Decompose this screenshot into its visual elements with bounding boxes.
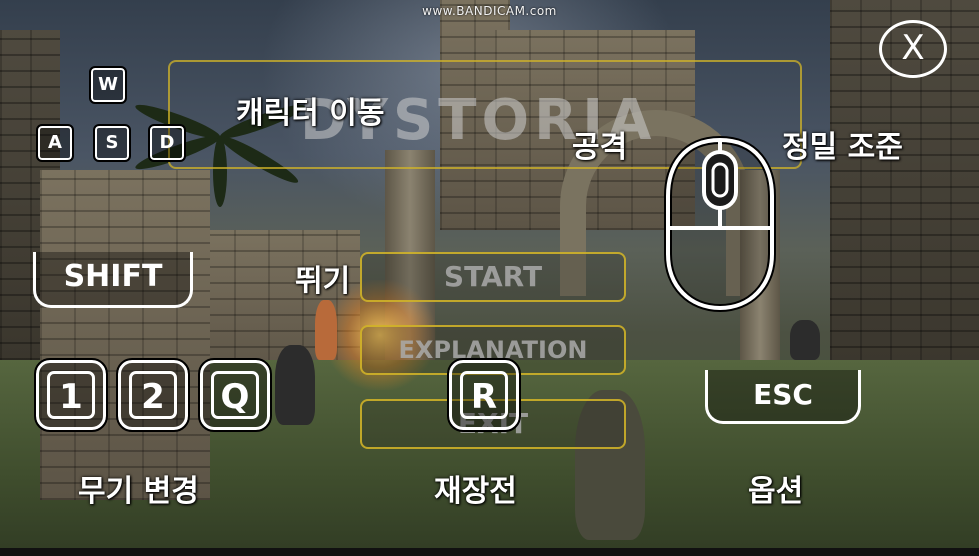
key-r-label: R — [460, 371, 508, 419]
key-1: 1 — [34, 358, 108, 432]
jump-label: 뛰기 — [295, 264, 351, 299]
key-shift: SHIFT — [33, 252, 193, 308]
close-button[interactable]: X — [879, 20, 947, 78]
key-r: R — [447, 358, 521, 432]
key-s: S — [93, 124, 131, 162]
key-esc: ESC — [705, 370, 861, 424]
start-button[interactable]: START — [360, 252, 626, 302]
enemy-figure — [315, 300, 337, 360]
key-a: A — [36, 124, 74, 162]
options-label: 옵션 — [748, 474, 804, 509]
key-1-label: 1 — [47, 371, 95, 419]
enemy-figure — [790, 320, 820, 360]
reload-label: 재장전 — [434, 474, 517, 509]
mouse-icon — [664, 136, 776, 312]
bottom-strip — [0, 548, 979, 556]
brick-pillar-left — [40, 170, 210, 500]
key-d: D — [148, 124, 186, 162]
key-2: 2 — [116, 358, 190, 432]
aim-label: 정밀 조준 — [782, 130, 903, 165]
game-screen: www.BANDICAM.com DYSTORIA START EXPLANAT… — [0, 0, 979, 556]
close-icon: X — [901, 28, 925, 68]
recorder-watermark: www.BANDICAM.com — [422, 4, 557, 18]
move-label: 캐릭터 이동 — [236, 96, 385, 131]
enemy-figure — [275, 345, 315, 425]
key-2-label: 2 — [129, 371, 177, 419]
key-q-label: Q — [211, 371, 259, 419]
key-q: Q — [198, 358, 272, 432]
attack-label: 공격 — [572, 130, 628, 165]
key-w: W — [89, 66, 127, 104]
weapon-change-label: 무기 변경 — [78, 474, 199, 509]
